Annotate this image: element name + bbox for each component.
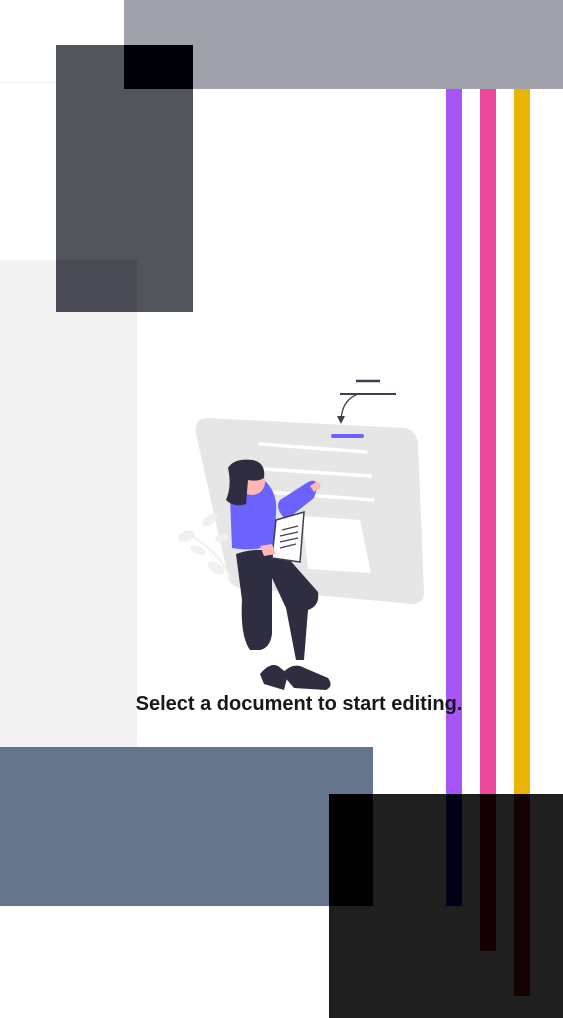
panel-overlap-lower xyxy=(56,260,137,312)
black-overlap xyxy=(329,794,373,906)
purple-stripe xyxy=(446,89,462,906)
panel-overlap xyxy=(124,45,193,89)
person-holding-document-illustration xyxy=(177,379,424,690)
yellow-stripe-shadow xyxy=(514,794,530,996)
purple-stripe-shadow xyxy=(446,794,462,906)
pink-stripe-shadow xyxy=(480,794,496,951)
empty-state-message: Select a document to start editing. xyxy=(135,693,463,715)
left-panel xyxy=(0,260,137,747)
slate-panel xyxy=(0,747,373,906)
arrow-icon xyxy=(337,379,396,424)
